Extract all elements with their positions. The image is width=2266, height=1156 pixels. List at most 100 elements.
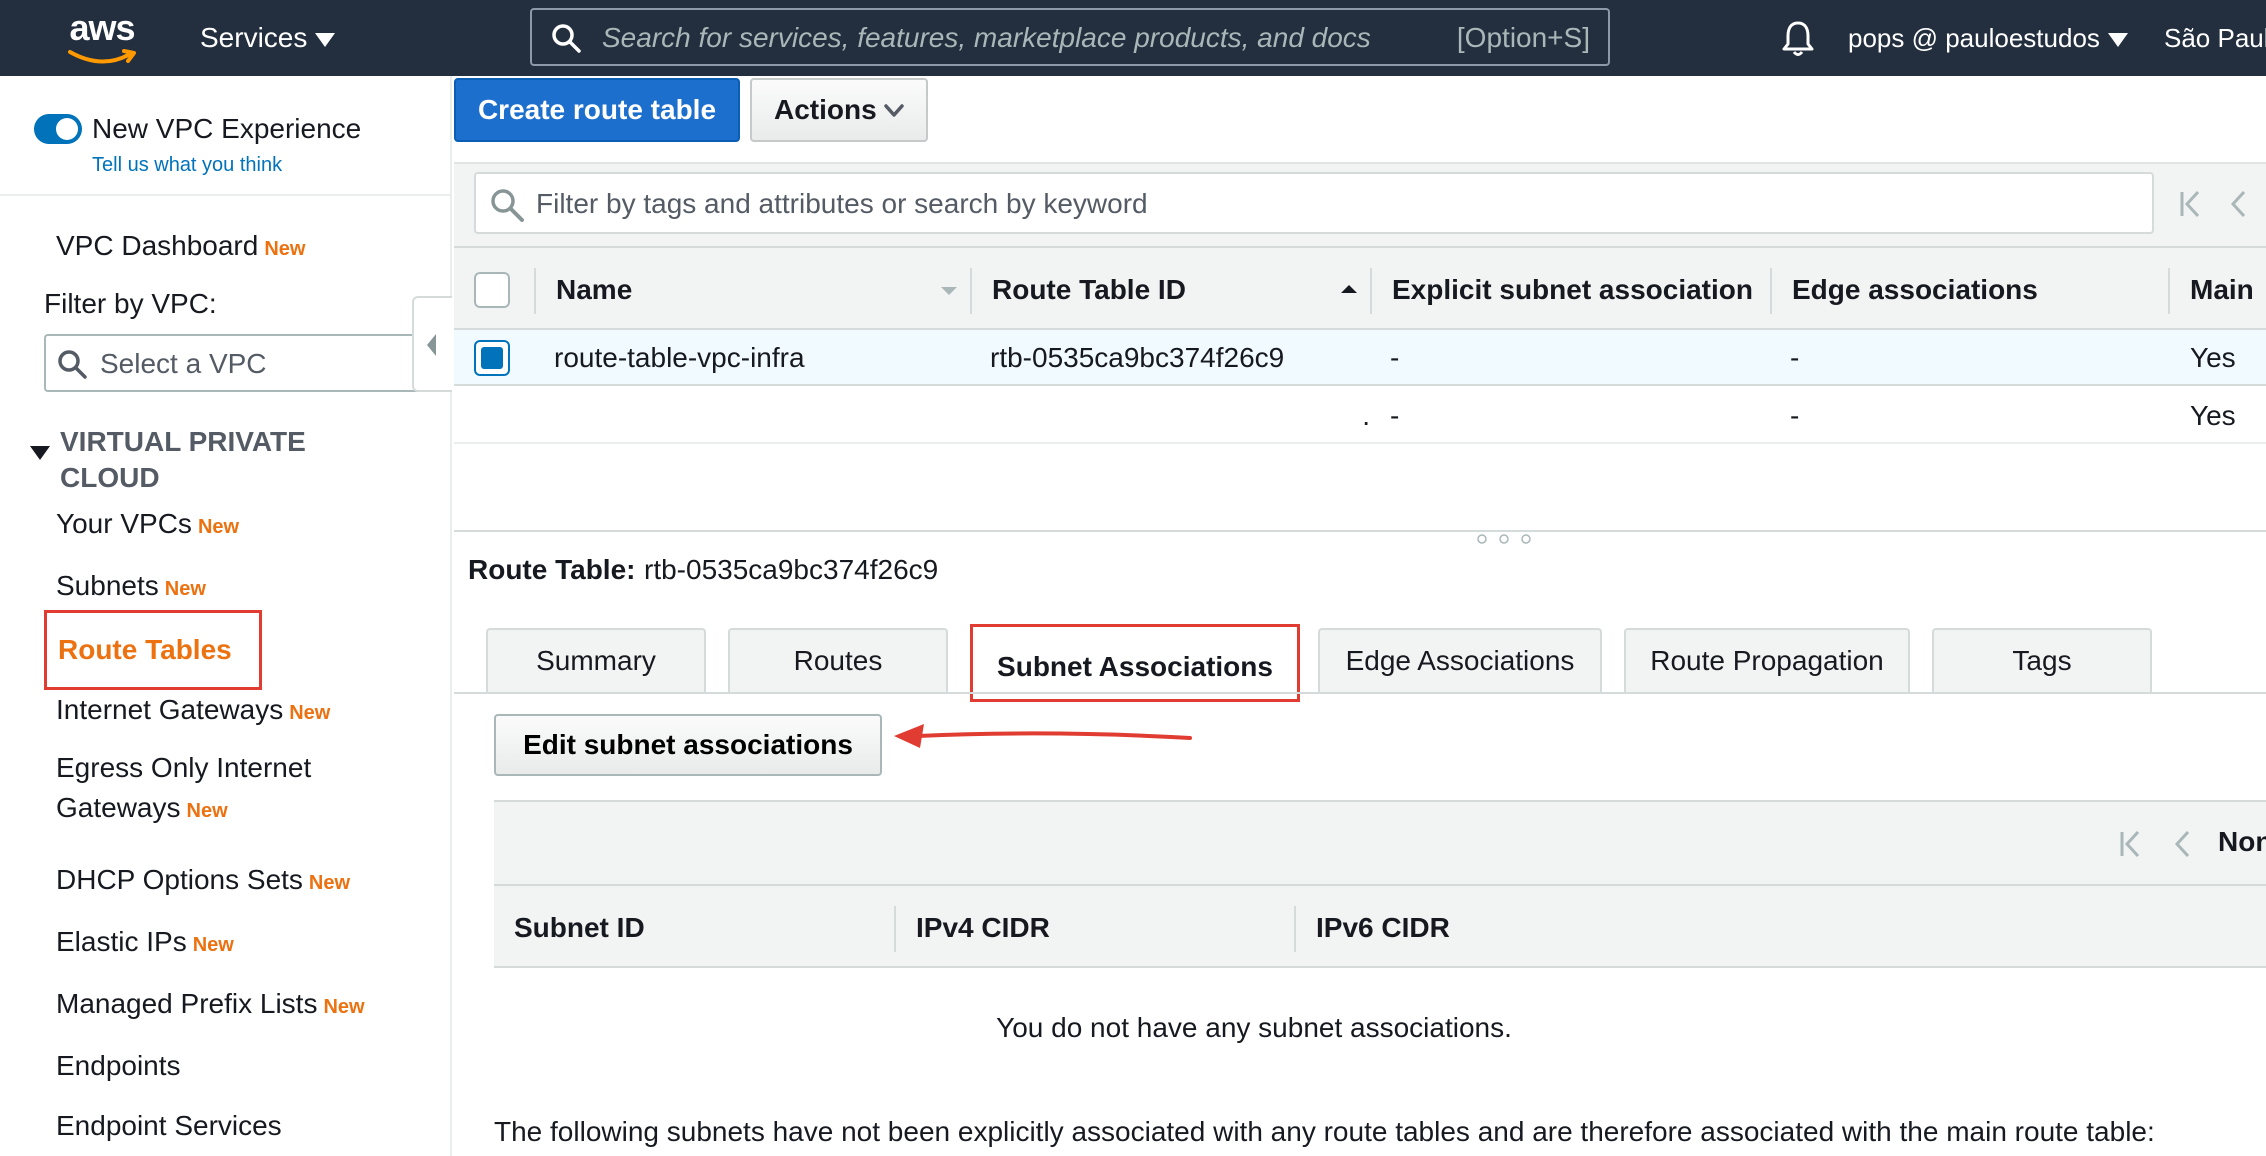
vpc-console-page: aws Services Search for services, featur…: [0, 0, 2266, 1156]
sidebar-item-label: DHCP Options Sets: [56, 864, 303, 895]
feedback-link[interactable]: Tell us what you think: [92, 152, 282, 178]
collapse-sidebar-button[interactable]: [412, 296, 452, 392]
new-badge: New: [323, 996, 365, 1018]
user-menu[interactable]: pops @ pauloestudos: [1848, 18, 2128, 58]
region-selector[interactable]: São Paulo: [2164, 18, 2266, 58]
sidebar-item-label: Internet Gateways: [56, 694, 284, 725]
aws-logo[interactable]: aws: [62, 8, 142, 68]
new-badge: New: [192, 934, 234, 956]
table-row[interactable]: . - - Yes: [454, 388, 2266, 444]
table-row[interactable]: route-table-vpc-infra rtb-0535ca9bc374f2…: [454, 330, 2266, 386]
sidebar-item-internet-gateways[interactable]: Internet Gateways New: [56, 692, 330, 731]
edit-subnet-associations-button[interactable]: Edit subnet associations: [494, 714, 882, 776]
column-header-explicit-subnet-association[interactable]: Explicit subnet association: [1392, 272, 1752, 308]
services-menu[interactable]: Services: [200, 18, 336, 58]
new-badge: New: [197, 516, 240, 538]
new-badge: New: [186, 800, 228, 822]
tab-routes[interactable]: Routes: [728, 628, 948, 692]
filter-placeholder: Filter by tags and attributes or search …: [536, 188, 1148, 219]
sidebar-item-your-vpcs[interactable]: Your VPCs New: [56, 506, 239, 545]
sidebar-item-endpoint-services[interactable]: Endpoint Services: [56, 1108, 282, 1144]
caret-down-icon: [2107, 33, 2128, 48]
new-badge: New: [264, 238, 306, 260]
cell-explicit-association: -: [1390, 400, 1400, 431]
empty-state-message: You do not have any subnet associations.: [996, 1012, 1512, 1043]
pager-status-text: None: [2218, 826, 2266, 857]
bell-icon[interactable]: [1780, 18, 1816, 58]
grid-pager: [2176, 186, 2266, 222]
column-header-ipv6-cidr[interactable]: IPv6 CIDR: [1316, 910, 1676, 946]
detail-title-value: rtb-0535ca9bc374f26c9: [644, 554, 939, 585]
sidebar-item-label: Elastic IPs: [56, 926, 187, 957]
services-label: Services: [200, 22, 308, 53]
global-search[interactable]: Search for services, features, marketpla…: [530, 8, 1610, 66]
row-checkbox[interactable]: [474, 340, 510, 376]
new-vpc-experience-toggle[interactable]: [34, 114, 82, 144]
tab-summary[interactable]: Summary: [486, 628, 706, 692]
tab-subnet-associations[interactable]: Subnet Associations: [970, 624, 1300, 702]
main-route-table-footnote: The following subnets have not been expl…: [494, 1116, 2155, 1147]
sidebar-item-elastic-ips[interactable]: Elastic IPs New: [56, 924, 234, 963]
toggle-knob: [56, 118, 78, 140]
column-header-ipv4-cidr[interactable]: IPv4 CIDR: [916, 910, 1276, 946]
sidebar-item-label: Endpoints: [56, 1050, 181, 1081]
region-label: São Paulo: [2164, 23, 2266, 53]
route-table-filter-input[interactable]: Filter by tags and attributes or search …: [474, 172, 2154, 234]
cell-name: route-table-vpc-infra: [554, 342, 805, 373]
vpc-select-placeholder: Select a VPC: [100, 348, 267, 379]
column-separator: [1370, 268, 1372, 314]
sidebar-item-subnets[interactable]: Subnets New: [56, 568, 206, 607]
select-all-checkbox[interactable]: [474, 272, 510, 308]
sidebar-item-egress-only-internet-gateways[interactable]: Egress Only Internet Gateways New: [56, 748, 386, 831]
new-badge: New: [308, 872, 351, 894]
sidebar-item-dhcp-options-sets[interactable]: DHCP Options Sets New: [56, 862, 350, 901]
column-header-route-table-id[interactable]: Route Table ID: [992, 272, 1232, 308]
sidebar-item-managed-prefix-lists[interactable]: Managed Prefix Lists New: [56, 986, 365, 1025]
column-header-subnet-id[interactable]: Subnet ID: [514, 910, 874, 946]
grid-split-divider: [454, 530, 2266, 532]
cell-route-table-id[interactable]: rtb-0535ca9bc374f26c9: [990, 340, 1370, 376]
cell-edge-associations: -: [1790, 400, 1800, 431]
column-header-name[interactable]: Name: [556, 272, 736, 308]
sort-ascending-icon[interactable]: [1340, 284, 1358, 294]
chevron-left-icon[interactable]: [2168, 826, 2198, 862]
column-separator: [1770, 268, 1772, 314]
column-separator: [534, 268, 536, 314]
tabs-baseline: [454, 692, 2266, 694]
actions-dropdown-button[interactable]: Actions: [750, 78, 928, 142]
create-route-table-button[interactable]: Create route table: [454, 78, 740, 142]
caret-down-icon[interactable]: [30, 446, 50, 460]
first-page-icon[interactable]: [2176, 186, 2216, 222]
search-icon: [488, 186, 526, 224]
chevron-left-icon[interactable]: [2224, 186, 2254, 222]
first-page-icon[interactable]: [2116, 826, 2156, 862]
sidebar-item-endpoints[interactable]: Endpoints: [56, 1048, 181, 1084]
chevron-left-icon: [427, 334, 436, 356]
tab-tags[interactable]: Tags: [1932, 628, 2152, 692]
toggle-label: New VPC Experience: [92, 113, 362, 144]
filter-by-vpc-label: Filter by VPC:: [44, 288, 217, 319]
sidebar-item-route-tables[interactable]: Route Tables: [58, 632, 232, 668]
aws-smile-icon: [68, 49, 136, 64]
tab-edge-associations[interactable]: Edge Associations: [1318, 628, 1602, 692]
caret-down-icon: [315, 32, 336, 47]
top-navigation-bar: aws Services Search for services, featur…: [0, 0, 2266, 76]
sidebar-item-label: Egress Only Internet Gateways: [56, 752, 312, 823]
column-separator: [1294, 906, 1296, 952]
section-heading-virtual-private-cloud[interactable]: VIRTUAL PRIVATE CLOUD: [60, 424, 360, 496]
search-placeholder: Search for services, features, marketpla…: [602, 22, 1371, 53]
cell-route-table-id[interactable]: .: [1274, 398, 1370, 434]
search-icon: [550, 22, 582, 54]
sidebar: New VPC Experience Tell us what you thin…: [0, 76, 452, 1156]
column-header-edge-associations[interactable]: Edge associations: [1792, 272, 2112, 308]
sidebar-divider: [0, 194, 452, 196]
sidebar-item-vpc-dashboard[interactable]: VPC Dashboard New: [56, 228, 305, 267]
sort-descending-icon[interactable]: [940, 286, 958, 296]
actions-label: Actions: [774, 94, 877, 125]
vpc-select[interactable]: Select a VPC: [44, 334, 452, 392]
sidebar-item-label: Route Tables: [58, 634, 232, 665]
tab-route-propagation[interactable]: Route Propagation: [1624, 628, 1910, 692]
column-header-main[interactable]: Main: [2190, 272, 2266, 308]
sidebar-item-label: Endpoint Services: [56, 1110, 282, 1141]
resize-handle-icon[interactable]: [1476, 534, 1532, 544]
